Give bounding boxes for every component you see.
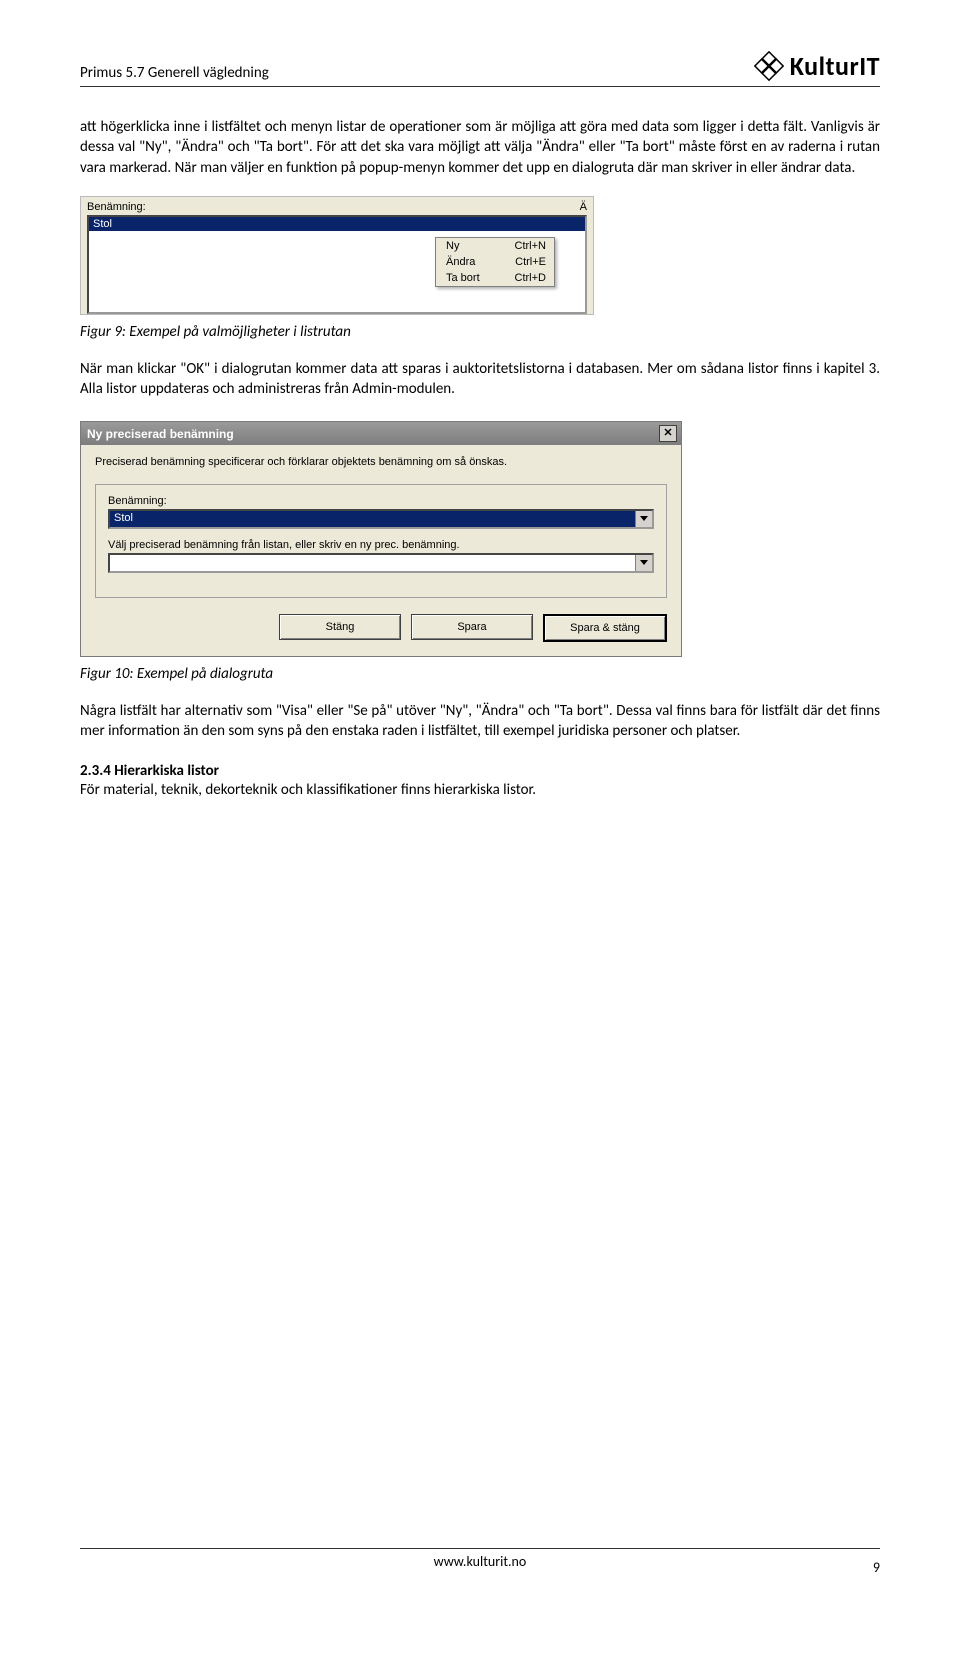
close-button[interactable]: ✕ bbox=[659, 425, 677, 442]
paragraph-1: att högerklicka inne i listfältet och me… bbox=[80, 117, 880, 178]
page-footer: www.kulturit.no 9 bbox=[80, 1548, 880, 1570]
context-menu-item-ny[interactable]: Ny Ctrl+N bbox=[436, 238, 554, 254]
field1-label: Benämning: bbox=[108, 495, 654, 507]
dialog-group: Benämning: Stol Välj preciserad benämnin… bbox=[95, 484, 667, 598]
footer-url: www.kulturit.no bbox=[434, 1553, 527, 1570]
spara-stang-button[interactable]: Spara & stäng bbox=[543, 614, 667, 642]
dropdown-arrow-icon[interactable] bbox=[635, 511, 652, 527]
figure-9-caption: Figur 9: Exempel på valmöjligheter i lis… bbox=[80, 323, 880, 341]
brand-logo: KulturIT bbox=[754, 50, 880, 82]
dropdown-arrow-icon[interactable] bbox=[635, 555, 652, 571]
section-text: För material, teknik, dekorteknik och kl… bbox=[80, 780, 880, 800]
page-header: Primus 5.7 Generell vägledning KulturIT bbox=[80, 50, 880, 87]
context-menu-item-andra[interactable]: Ändra Ctrl+E bbox=[436, 254, 554, 270]
fig9-listbox[interactable]: Stol Ny Ctrl+N Ändra Ctrl+E Ta bort Ctrl… bbox=[87, 215, 587, 314]
field2-label: Välj preciserad benämning från listan, e… bbox=[108, 539, 654, 551]
page-number: 9 bbox=[873, 1559, 880, 1576]
dialog-button-row: Stäng Spara Spara & stäng bbox=[95, 614, 667, 642]
dialog-title: Ny preciserad benämning bbox=[87, 427, 234, 441]
fig9-label: Benämning: bbox=[87, 201, 146, 213]
fig9-selected-row[interactable]: Stol bbox=[89, 217, 585, 231]
fig9-label-right: Ä bbox=[580, 201, 587, 213]
dialog-titlebar: Ny preciserad benämning ✕ bbox=[81, 422, 681, 445]
context-menu: Ny Ctrl+N Ändra Ctrl+E Ta bort Ctrl+D bbox=[435, 237, 555, 287]
spara-button[interactable]: Spara bbox=[411, 614, 533, 640]
brand-name: KulturIT bbox=[790, 50, 880, 82]
paragraph-3: Några listfält har alternativ som "Visa"… bbox=[80, 701, 880, 742]
section-heading: 2.3.4 Hierarkiska listor bbox=[80, 762, 880, 780]
figure-10-dialog: Ny preciserad benämning ✕ Preciserad ben… bbox=[80, 421, 682, 657]
figure-10-caption: Figur 10: Exempel på dialogruta bbox=[80, 665, 880, 683]
paragraph-2: När man klickar "OK" i dialogrutan komme… bbox=[80, 359, 880, 400]
logo-icon bbox=[754, 51, 784, 81]
stang-button[interactable]: Stäng bbox=[279, 614, 401, 640]
benamning-value: Stol bbox=[110, 511, 635, 527]
benamning-combo[interactable]: Stol bbox=[108, 509, 654, 529]
preciserad-combo[interactable] bbox=[108, 553, 654, 573]
close-icon: ✕ bbox=[663, 428, 672, 439]
dialog-help-text: Preciserad benämning specificerar och fö… bbox=[95, 455, 667, 470]
context-menu-item-tabort[interactable]: Ta bort Ctrl+D bbox=[436, 270, 554, 286]
preciserad-value bbox=[110, 555, 635, 571]
doc-title: Primus 5.7 Generell vägledning bbox=[80, 64, 269, 82]
figure-9: Benämning: Ä Stol Ny Ctrl+N Ändra Ctrl+E… bbox=[80, 196, 594, 315]
